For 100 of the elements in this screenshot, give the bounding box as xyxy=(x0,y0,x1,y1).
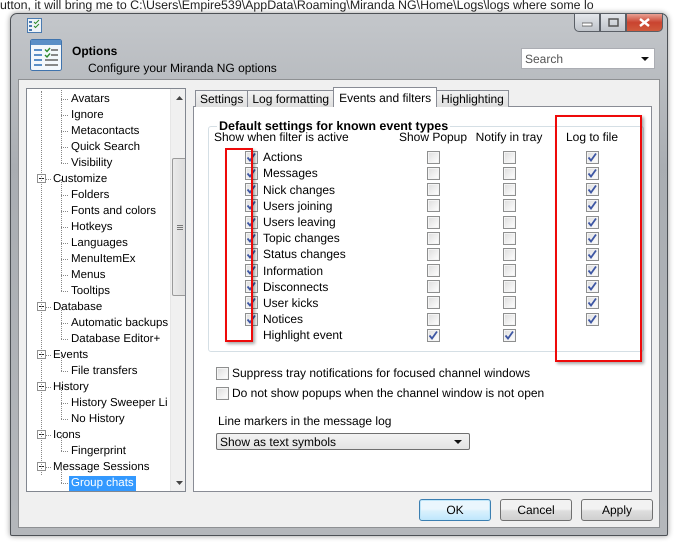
tree-item[interactable]: Tooltips xyxy=(69,284,112,298)
event-label: Notices xyxy=(263,312,304,326)
tree-item[interactable]: Customize xyxy=(51,172,110,186)
tree-item[interactable]: Fingerprint xyxy=(69,444,128,458)
checkbox[interactable] xyxy=(426,216,440,229)
dialog-title: Options xyxy=(72,44,118,58)
checkbox[interactable] xyxy=(426,328,440,342)
checkbox[interactable] xyxy=(502,280,516,294)
tree-item[interactable]: Folders xyxy=(69,188,112,202)
collapse-icon[interactable] xyxy=(37,174,46,183)
dropdown[interactable]: Show as text symbols xyxy=(216,433,470,450)
tree-item[interactable]: History Sweeper Li xyxy=(69,396,170,410)
tree-item[interactable]: Menus xyxy=(69,268,108,282)
tree-item[interactable]: Automatic backups xyxy=(69,316,170,330)
option-label: Suppress tray notifications for focused channel windows xyxy=(232,366,530,380)
checkbox[interactable] xyxy=(502,328,516,342)
dialog-button[interactable]: Cancel xyxy=(500,499,572,521)
checkbox[interactable] xyxy=(426,232,440,245)
checkbox[interactable] xyxy=(502,248,516,261)
tab[interactable]: Log formatting xyxy=(247,90,334,107)
close-icon xyxy=(639,18,650,27)
collapse-icon[interactable] xyxy=(37,462,46,471)
checkbox[interactable] xyxy=(216,366,229,380)
tab[interactable]: Highlighting xyxy=(436,90,509,107)
checkbox[interactable] xyxy=(586,150,598,164)
checkbox[interactable] xyxy=(586,216,598,229)
dialog-button[interactable]: Apply xyxy=(581,499,653,521)
checkbox[interactable] xyxy=(502,264,516,278)
tree-item[interactable]: Ignore xyxy=(69,108,106,122)
event-label: Topic changes xyxy=(263,231,340,246)
background-text: utton, it will bring me to C:\Users\Empire539\AppData\Roaming\Miranda NG\Home\Logs\logs where some lo xyxy=(0,0,594,12)
maximize-button[interactable] xyxy=(600,13,626,32)
checkbox[interactable] xyxy=(426,280,440,294)
event-label: Information xyxy=(263,264,324,278)
collapse-icon[interactable] xyxy=(37,430,46,439)
checkbox[interactable] xyxy=(502,232,516,245)
checkbox[interactable] xyxy=(426,312,440,326)
tree-item[interactable]: Languages xyxy=(69,236,130,250)
checkbox[interactable] xyxy=(586,248,598,261)
tree-item[interactable]: File transfers xyxy=(69,364,140,378)
collapse-icon[interactable] xyxy=(37,350,46,359)
event-label: Users leaving xyxy=(263,215,336,230)
event-label: Nick changes xyxy=(263,182,336,197)
checkbox[interactable] xyxy=(502,166,516,180)
tree-item[interactable]: Metacontacts xyxy=(69,124,142,138)
tab[interactable]: Settings xyxy=(195,90,248,107)
tree-item[interactable]: Events xyxy=(51,348,90,362)
checkbox[interactable] xyxy=(426,264,440,278)
event-label: Messages xyxy=(263,166,318,180)
tree-item[interactable]: Icons xyxy=(51,428,82,442)
tree-item[interactable]: Hotkeys xyxy=(69,220,115,234)
event-label: Disconnects xyxy=(263,280,328,294)
tree-item[interactable]: Quick Search xyxy=(69,140,142,154)
checkbox[interactable] xyxy=(426,248,440,261)
checkbox[interactable] xyxy=(586,280,598,294)
tree-item[interactable]: Avatars xyxy=(69,92,112,106)
tree-item[interactable]: Visibility xyxy=(69,156,114,170)
checkbox[interactable] xyxy=(426,199,440,212)
field-label: Line markers in the message log xyxy=(218,414,392,428)
scrollbar-thumb[interactable] xyxy=(172,158,185,296)
checkbox[interactable] xyxy=(502,312,516,326)
options-icon xyxy=(30,39,62,72)
collapse-icon[interactable] xyxy=(37,302,46,311)
checkbox[interactable] xyxy=(502,183,516,196)
checkbox[interactable] xyxy=(502,296,516,310)
checkbox[interactable] xyxy=(426,296,440,310)
minimize-button[interactable] xyxy=(574,13,600,32)
checkbox[interactable] xyxy=(502,199,516,212)
tree-item[interactable]: MenuItemEx xyxy=(69,252,138,266)
checkbox[interactable] xyxy=(216,386,229,400)
checkbox[interactable] xyxy=(586,264,598,278)
tree-item[interactable]: No History xyxy=(69,412,127,426)
dropdown-arrow-icon xyxy=(641,57,649,62)
search-field[interactable]: Search xyxy=(521,48,655,70)
maximize-icon xyxy=(608,18,618,27)
close-button[interactable] xyxy=(626,13,663,32)
checkbox[interactable] xyxy=(586,296,598,310)
checkbox[interactable] xyxy=(426,150,440,164)
checkbox[interactable] xyxy=(586,232,598,245)
checkbox[interactable] xyxy=(586,199,598,212)
checkbox[interactable] xyxy=(426,183,440,196)
app-icon xyxy=(27,18,42,33)
column-header: Log to file xyxy=(566,130,618,144)
tree-item[interactable]: Database Editor+ xyxy=(69,332,162,346)
collapse-icon[interactable] xyxy=(37,382,46,391)
tree-item[interactable]: History xyxy=(51,380,91,394)
checkbox[interactable] xyxy=(502,150,516,164)
tree-item[interactable]: Database xyxy=(51,300,104,314)
dialog-button[interactable]: OK xyxy=(419,499,491,521)
checkbox[interactable] xyxy=(426,166,440,180)
tree-item[interactable]: Message Sessions xyxy=(51,460,152,474)
checkbox[interactable] xyxy=(586,166,598,180)
tree-item[interactable]: Fonts and colors xyxy=(69,204,158,218)
event-label: Users joining xyxy=(263,198,332,213)
tab[interactable]: Events and filters xyxy=(333,87,438,107)
checkbox[interactable] xyxy=(586,312,598,326)
checkbox[interactable] xyxy=(586,183,598,196)
event-label: Actions xyxy=(263,150,302,164)
checkbox[interactable] xyxy=(502,216,516,229)
event-label: Highlight event xyxy=(263,328,342,342)
